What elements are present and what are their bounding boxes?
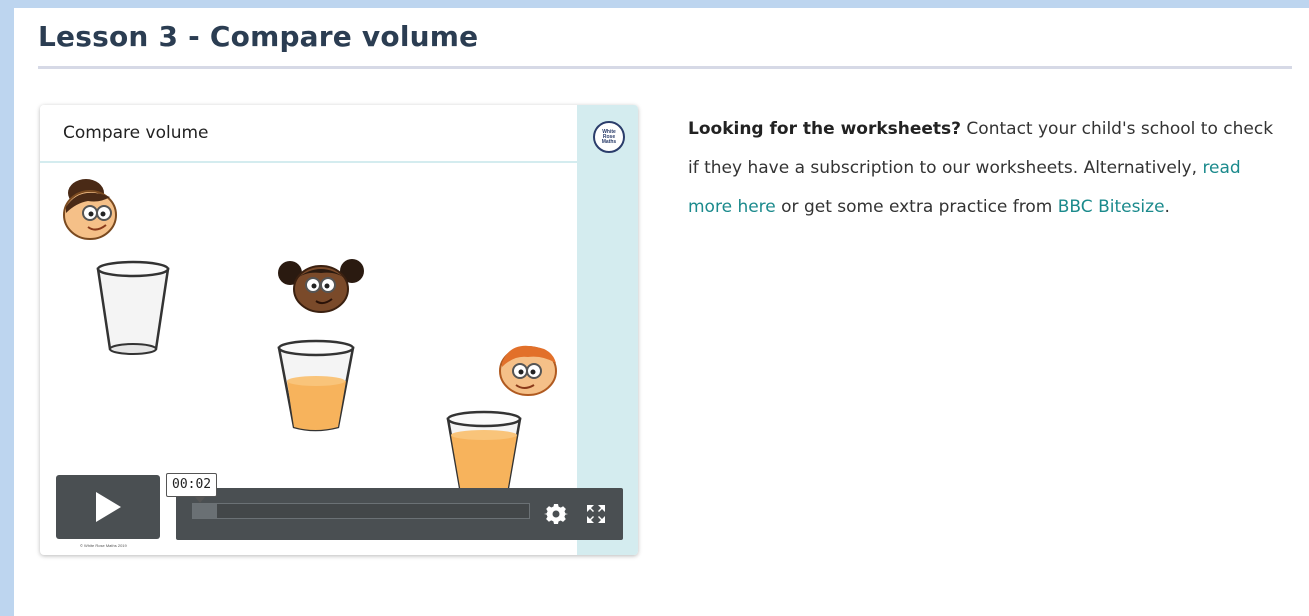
play-icon: [96, 492, 121, 522]
fullscreen-icon: [587, 505, 605, 523]
fullscreen-button[interactable]: [584, 502, 608, 526]
worksheet-lead: Looking for the worksheets?: [688, 119, 962, 139]
logo-text: White Rose Maths: [601, 128, 617, 145]
white-rose-logo: White Rose Maths: [593, 121, 625, 153]
video-player[interactable]: Compare volume White Rose Maths 00:02 © …: [40, 105, 638, 555]
bbc-bitesize-link[interactable]: BBC Bitesize: [1058, 197, 1165, 217]
gear-icon: [544, 504, 568, 524]
girl-face-icon: [63, 179, 117, 240]
video-heading: Compare volume: [63, 123, 209, 143]
child-face-icon: [278, 259, 364, 313]
sentence-end: .: [1164, 197, 1170, 217]
empty-glass-icon: [96, 260, 170, 355]
worksheet-info: Looking for the worksheets? Contact your…: [688, 110, 1288, 227]
half-full-glass-icon: [277, 339, 355, 432]
video-copyright: © White Rose Maths 2019: [80, 543, 127, 548]
video-header: Compare volume: [40, 105, 577, 163]
boy-face-icon: [499, 345, 557, 396]
practice-text: or get some extra practice from: [775, 197, 1058, 217]
progress-fill: [193, 504, 217, 518]
current-time-tooltip: 00:02: [166, 473, 218, 503]
page-title: Lesson 3 - Compare volume: [38, 20, 479, 53]
settings-button[interactable]: [544, 502, 568, 526]
video-control-bar: [176, 488, 623, 540]
content-panel: Lesson 3 - Compare volume Compare volume…: [14, 8, 1309, 616]
progress-bar[interactable]: [192, 503, 530, 519]
title-divider: [38, 66, 1292, 69]
play-button[interactable]: [56, 475, 160, 539]
